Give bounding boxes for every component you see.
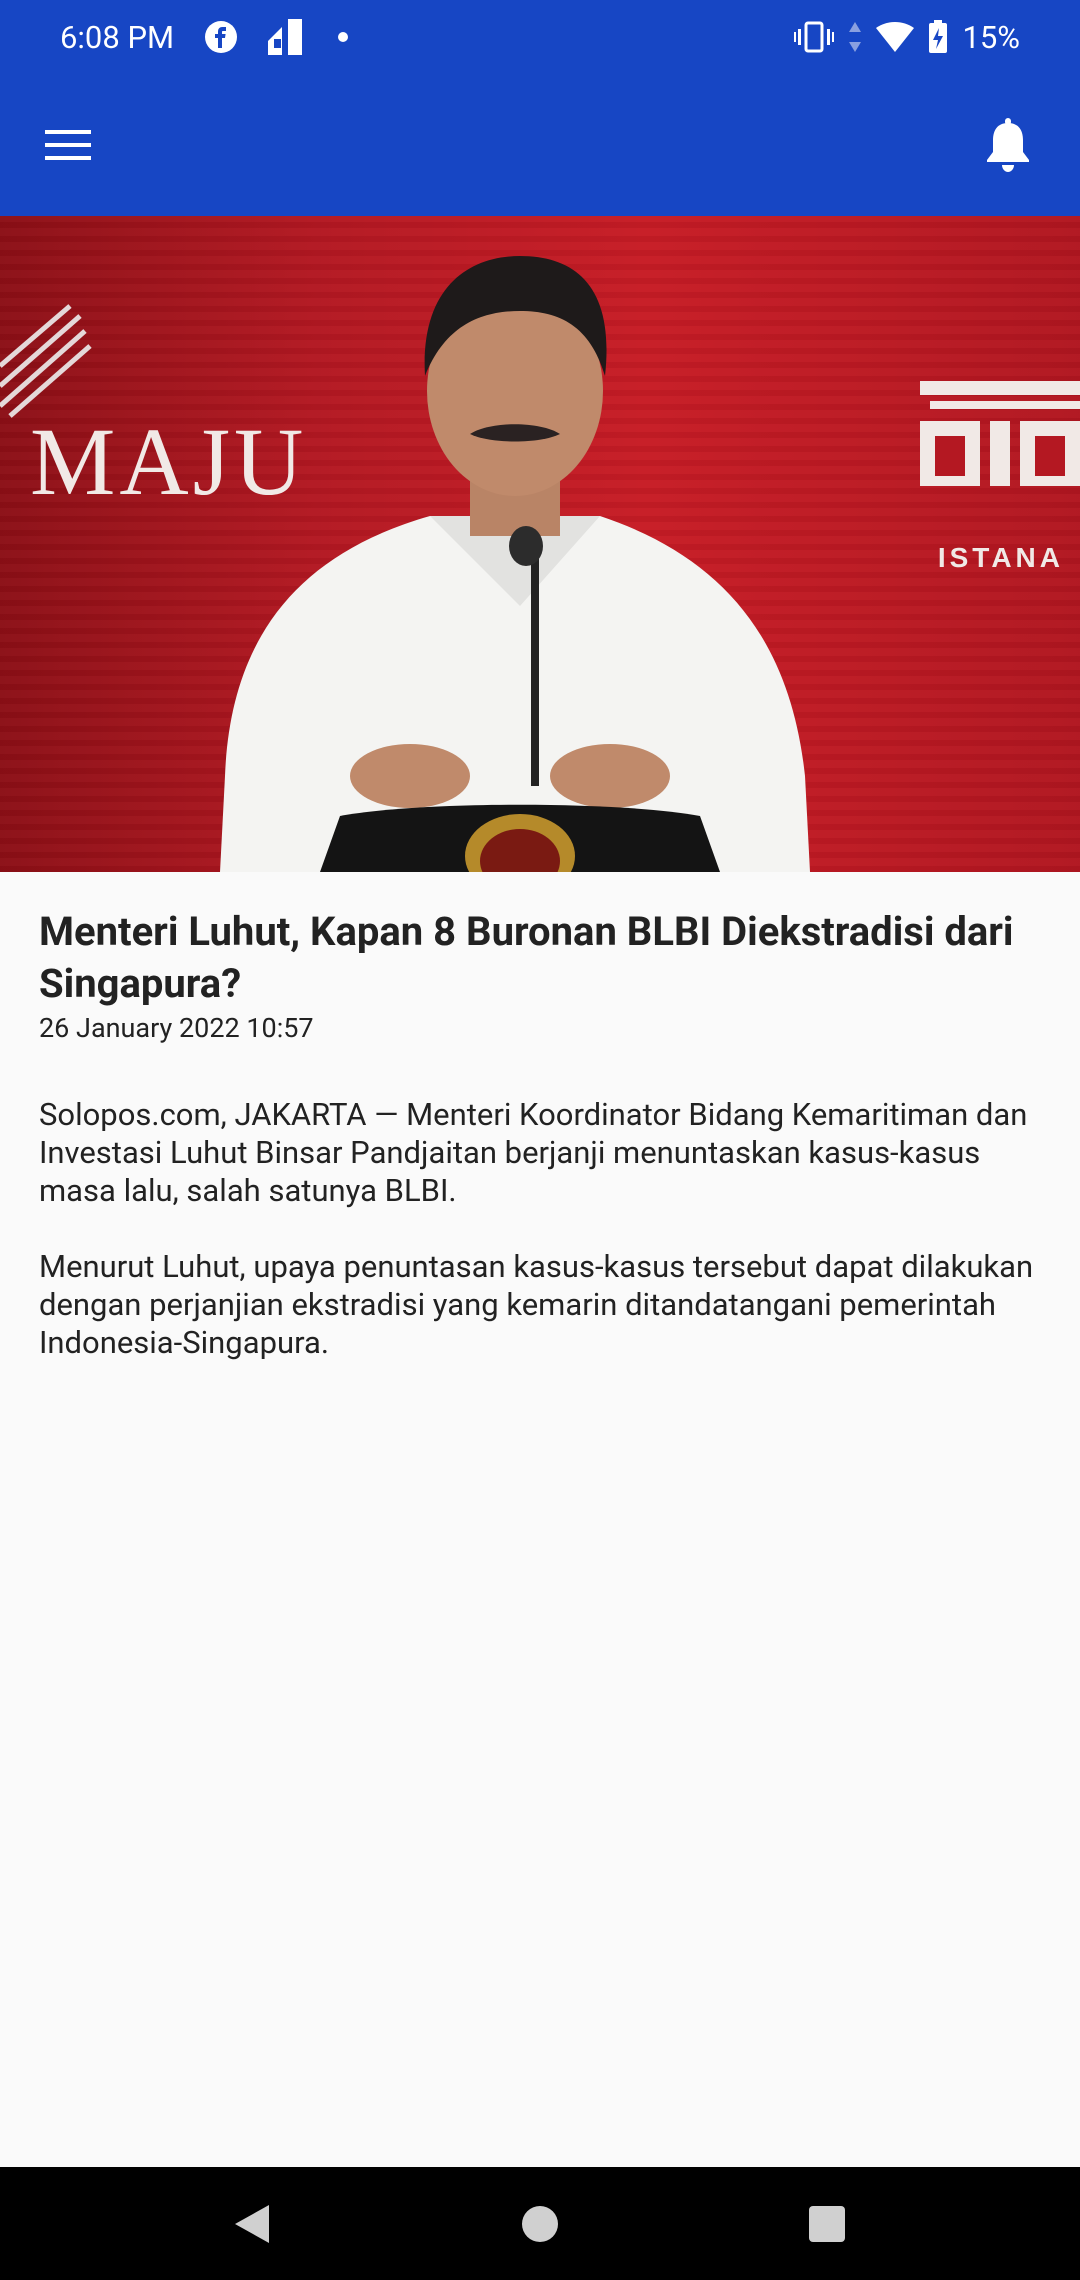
dot-icon bbox=[338, 32, 349, 42]
article-body: Solopos.com, JAKARTA — Menteri Koordinat… bbox=[39, 1096, 1039, 1362]
system-nav-bar bbox=[0, 2167, 1080, 2280]
recents-button[interactable] bbox=[787, 2184, 867, 2264]
article-title: Menteri Luhut, Kapan 8 Buronan BLBI Diek… bbox=[39, 908, 1014, 1007]
hero-backdrop-text-left: MAJU bbox=[30, 408, 308, 515]
back-button[interactable] bbox=[213, 2184, 293, 2264]
data-arrows-icon bbox=[848, 22, 862, 52]
battery-charging-icon bbox=[928, 20, 948, 54]
battery-percent: 15% bbox=[962, 18, 1020, 56]
facebook-icon bbox=[204, 20, 238, 54]
home-button[interactable] bbox=[500, 2184, 580, 2264]
status-time: 6:08 PM bbox=[60, 18, 175, 56]
bell-icon bbox=[987, 118, 1029, 172]
hamburger-menu-icon bbox=[45, 130, 91, 160]
wifi-icon bbox=[876, 22, 915, 52]
status-bar: 6:08 PM 15% bbox=[0, 0, 1080, 74]
hamburger-menu-button[interactable] bbox=[40, 117, 96, 173]
article-paragraph: Menurut Luhut, upaya penuntasan kasus-ka… bbox=[39, 1248, 1041, 1361]
hero-backdrop-text-right: ISTANA bbox=[937, 542, 1064, 573]
article-paragraph: Solopos.com, JAKARTA — Menteri Koordinat… bbox=[39, 1096, 1036, 1209]
app-bar bbox=[0, 74, 1080, 216]
home-icon bbox=[521, 2205, 558, 2242]
notifications-button[interactable] bbox=[976, 113, 1040, 177]
back-icon bbox=[235, 2204, 270, 2243]
vibrate-icon bbox=[794, 21, 835, 53]
notification-app-icon bbox=[268, 19, 308, 55]
article: Menteri Luhut, Kapan 8 Buronan BLBI Diek… bbox=[39, 906, 1039, 1400]
recents-icon bbox=[808, 2205, 845, 2242]
hero-photo-illustration bbox=[0, 256, 1080, 872]
article-date: 26 January 2022 10:57 bbox=[39, 1012, 314, 1044]
hero-image: MAJU ISTANA bbox=[0, 216, 1080, 872]
